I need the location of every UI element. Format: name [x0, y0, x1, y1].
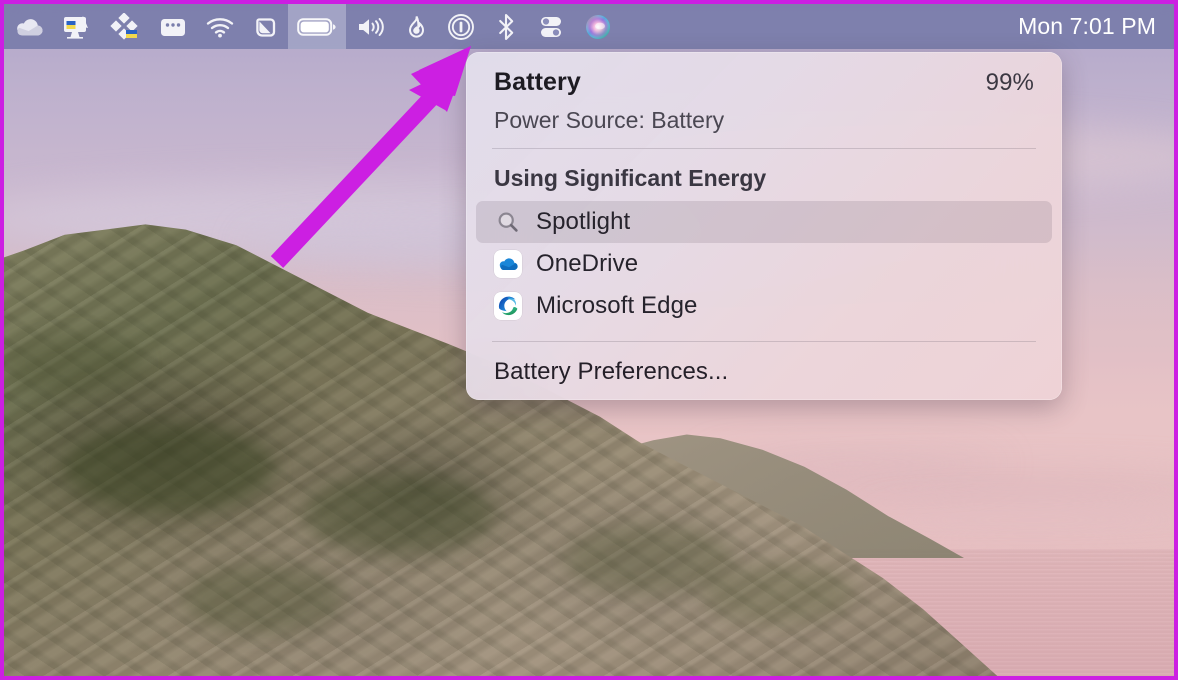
- onedrive-icon: [494, 250, 522, 278]
- search-icon: [494, 208, 522, 236]
- cloud-band: [864, 509, 1174, 531]
- battery-popover-header: Battery 99%: [466, 68, 1062, 97]
- battery-percentage: 99%: [985, 69, 1034, 96]
- dropbox-menu-icon[interactable]: [100, 4, 150, 49]
- magnet-menu-icon[interactable]: [244, 4, 288, 49]
- list-item-label: Microsoft Edge: [536, 292, 698, 319]
- popover-divider: [492, 148, 1036, 149]
- list-item-label: Spotlight: [536, 208, 631, 235]
- using-significant-energy-heading: Using Significant Energy: [494, 165, 767, 191]
- list-item[interactable]: Microsoft Edge: [476, 285, 1052, 327]
- list-item[interactable]: Spotlight: [476, 201, 1052, 243]
- macos-desktop-screenshot: Mon 7:01 PM Battery 99% Power Source: Ba…: [0, 0, 1178, 680]
- edge-icon: [494, 292, 522, 320]
- flame-menu-icon[interactable]: [394, 4, 438, 49]
- list-item[interactable]: OneDrive: [476, 243, 1052, 285]
- significant-energy-app-list: Spotlight OneDrive Microsoft Edge: [466, 201, 1062, 327]
- battery-menu-popover: Battery 99% Power Source: Battery Using …: [466, 52, 1062, 400]
- control-center-icon[interactable]: [528, 4, 574, 49]
- menu-bar-status-items: [4, 4, 622, 49]
- menu-bar: Mon 7:01 PM: [4, 4, 1174, 49]
- battery-preferences-button[interactable]: Battery Preferences...: [466, 358, 1062, 386]
- menu-bar-right: Mon 7:01 PM: [1012, 4, 1174, 49]
- wifi-menu-icon[interactable]: [196, 4, 244, 49]
- battery-popover-title: Battery: [494, 68, 581, 96]
- battery-menu-icon[interactable]: [288, 4, 346, 49]
- siri-icon[interactable]: [574, 4, 622, 49]
- onedrive-menu-icon[interactable]: [4, 4, 52, 49]
- display-menu-icon[interactable]: [52, 4, 100, 49]
- list-item-label: OneDrive: [536, 250, 639, 277]
- power-source-label: Power Source: Battery: [494, 107, 725, 133]
- info-menu-icon[interactable]: [438, 4, 484, 49]
- menu-bar-clock[interactable]: Mon 7:01 PM: [1012, 13, 1168, 40]
- bluetooth-menu-icon[interactable]: [484, 4, 528, 49]
- window-manager-menu-icon[interactable]: [150, 4, 196, 49]
- popover-divider: [492, 341, 1036, 342]
- volume-menu-icon[interactable]: [346, 4, 394, 49]
